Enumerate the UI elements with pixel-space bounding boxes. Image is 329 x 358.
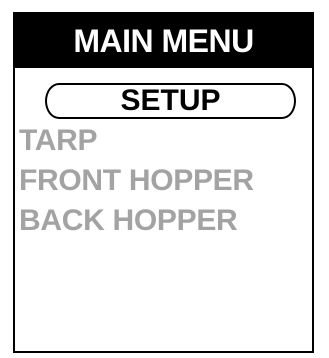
menu-item-front-hopper[interactable]: FRONT HOPPER [19, 164, 254, 198]
menu-item-setup-selected[interactable]: SETUP [45, 83, 296, 119]
menu-item-back-hopper[interactable]: BACK HOPPER [19, 204, 238, 238]
page-title: MAIN MENU [15, 14, 312, 68]
device-screen: MAIN MENU SETUP TARP FRONT HOPPER BACK H… [13, 12, 314, 353]
menu-item-tarp[interactable]: TARP [19, 124, 98, 158]
